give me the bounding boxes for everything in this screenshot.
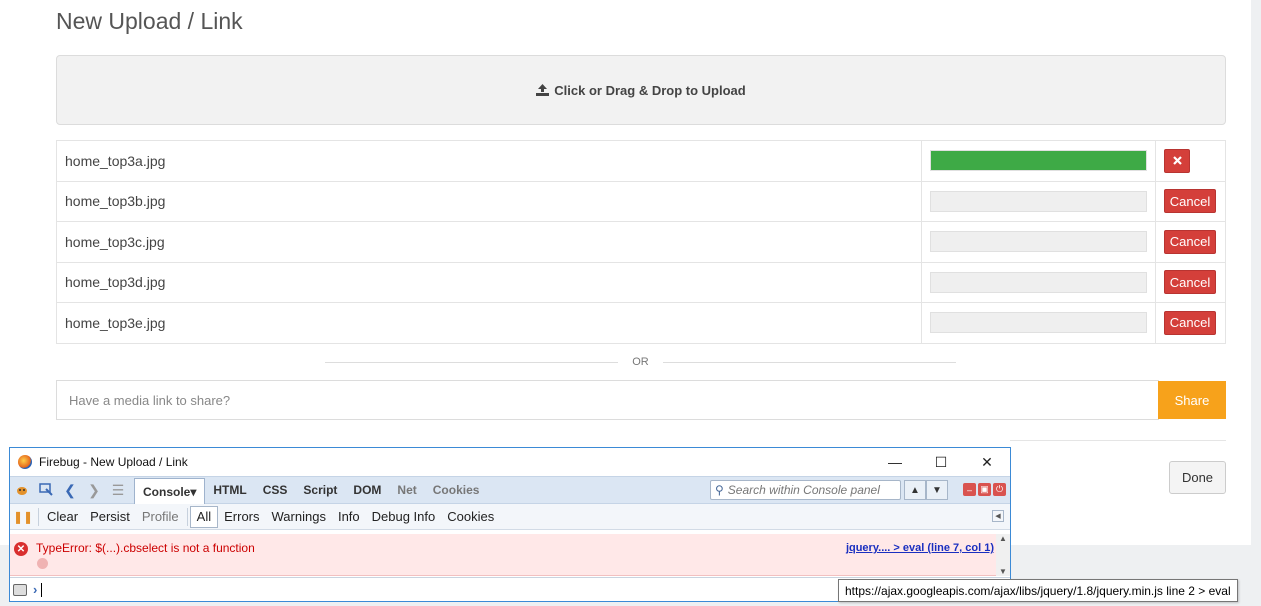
firebug-window-title: Firebug - New Upload / Link [39,455,188,469]
forward-arrow-icon[interactable]: ❯ [82,479,106,501]
console-error-row: ✕ TypeError: $(...).cbselect is not a fu… [10,534,996,576]
or-label: OR [632,356,649,368]
source-tooltip: https://ajax.googleapis.com/ajax/libs/jq… [838,579,1238,602]
cancel-upload-button[interactable]: Cancel [1164,189,1216,214]
cancel-upload-button[interactable]: Cancel [1164,270,1216,295]
file-row: home_top3b.jpg Cancel [56,180,1226,222]
profile-button[interactable]: Profile [136,506,185,528]
persist-button[interactable]: Persist [84,506,136,528]
firebug-detach-icon[interactable]: ▣ [978,483,991,496]
command-line-icon[interactable]: ☰ [106,479,130,501]
error-icon: ✕ [14,542,28,556]
upload-progress-bar [930,271,1147,293]
file-name: home_top3b.jpg [56,180,922,222]
tab-cookies[interactable]: Cookies [425,478,488,502]
file-name: home_top3d.jpg [56,261,922,303]
prompt-icon: › [33,582,38,597]
tab-net[interactable]: Net [389,478,424,502]
error-source-link[interactable]: jquery.... > eval (line 7, col 1) [846,542,994,554]
firebug-bug-icon[interactable] [10,479,34,501]
file-row: home_top3c.jpg Cancel [56,221,1226,263]
search-prev-icon[interactable]: ▲ [904,480,926,500]
file-name: home_top3c.jpg [56,221,922,263]
tab-label: Net [397,483,417,497]
firebug-minimize-icon[interactable]: – [963,483,976,496]
filter-warnings[interactable]: Warnings [266,506,332,528]
error-message[interactable]: TypeError: $(...).cbselect is not a func… [36,541,255,555]
tab-script[interactable]: Script [295,478,345,502]
error-expand-dot[interactable] [37,558,48,569]
console-search-input[interactable]: ⚲ Search within Console panel [710,480,901,500]
tab-label: Cookies [432,483,480,497]
file-name: home_top3e.jpg [56,302,922,344]
filter-cookies[interactable]: Cookies [441,506,500,528]
tab-label: DOM [353,483,382,497]
pause-icon[interactable]: ❚❚ [10,510,36,524]
search-icon: ⚲ [715,483,724,497]
tab-label: HTML [213,483,247,497]
upload-icon [536,84,550,96]
done-button[interactable]: Done [1169,461,1226,494]
tab-css[interactable]: CSS [255,478,296,502]
tab-label: CSS [262,483,288,497]
file-row: home_top3e.jpg Cancel [56,302,1226,344]
firebug-main-toolbar: ❮ ❯ ☰ Console ▾ HTML CSS Script DOM Net Cookie… [10,476,1010,504]
remove-file-button[interactable] [1164,148,1190,173]
maximize-icon[interactable]: ☐ [918,448,964,476]
search-next-icon[interactable]: ▼ [926,480,948,500]
console-filter-toolbar: ❚❚ Clear Persist Profile All Errors Warn… [10,504,1010,530]
share-button[interactable]: Share [1158,381,1226,419]
page-title: New Upload / Link [56,8,243,34]
upload-progress-bar [930,231,1147,253]
footer-divider [1010,440,1226,441]
dropzone-label: Click or Drag & Drop to Upload [554,82,746,98]
tab-console[interactable]: Console ▾ [134,478,206,504]
upload-dropzone[interactable]: Click or Drag & Drop to Upload [56,55,1226,125]
firefox-icon [18,455,32,469]
inspect-icon[interactable] [34,479,58,501]
collapse-icon[interactable]: ◀ [992,510,1004,522]
upload-progress-bar [930,312,1147,334]
upload-file-table: home_top3a.jpg home_top3b.jpg Cancel home_t… [56,140,1226,344]
firebug-close-icon[interactable]: ⏻ [993,483,1006,496]
filter-debug-info[interactable]: Debug Info [366,506,442,528]
command-editor-icon[interactable] [13,583,27,596]
upload-progress-bar [930,150,1147,172]
firebug-titlebar: Firebug - New Upload / Link — ☐ ✕ [10,448,1010,476]
tab-dom[interactable]: DOM [345,478,389,502]
file-row: home_top3d.jpg Cancel [56,261,1226,303]
file-row: home_top3a.jpg [56,140,1226,182]
cancel-upload-button[interactable]: Cancel [1164,310,1216,335]
media-link-input[interactable] [56,380,1159,420]
progress-fill [931,151,1146,171]
close-icon[interactable]: ✕ [964,448,1010,476]
back-arrow-icon[interactable]: ❮ [58,479,82,501]
chevron-down-icon: ▾ [190,484,197,499]
tab-html[interactable]: HTML [205,478,254,502]
tab-label: Console [143,484,191,499]
minimize-icon[interactable]: — [872,448,918,476]
filter-all[interactable]: All [189,505,219,528]
remove-icon [1172,156,1182,166]
scroll-down-icon[interactable]: ▼ [999,567,1007,576]
or-divider: OR [325,352,956,372]
scroll-up-icon[interactable]: ▲ [999,534,1007,543]
filter-errors[interactable]: Errors [218,506,265,528]
tab-label: Script [303,483,338,497]
cancel-upload-button[interactable]: Cancel [1164,229,1216,254]
clear-button[interactable]: Clear [41,506,84,528]
upload-progress-bar [930,190,1147,212]
file-name: home_top3a.jpg [56,140,922,182]
filter-info[interactable]: Info [332,506,366,528]
console-scrollbar[interactable]: ▲ ▼ [996,534,1010,576]
text-caret [41,582,43,597]
